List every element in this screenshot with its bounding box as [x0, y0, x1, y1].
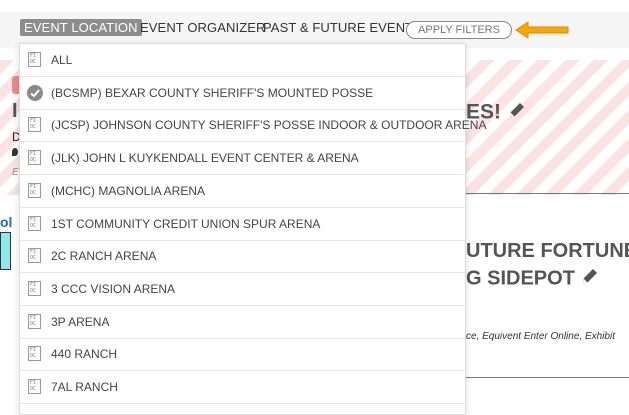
left-heading-fragment: I: [12, 100, 18, 122]
dropdown-option[interactable]: FI OC 3 CCC VISION ARENA: [20, 273, 465, 306]
dropdown-option-label: 440 RANCH: [51, 347, 118, 362]
arrow-left-icon: [514, 20, 570, 45]
filter-file-icon: FI OC: [28, 215, 41, 231]
dropdown-option-label: 1ST COMMUNITY CREDIT UNION SPUR ARENA: [51, 216, 321, 231]
filter-file-icon: FI OC: [28, 280, 41, 296]
dropdown-option-label: (JLK) JOHN L KUYKENDALL EVENT CENTER & A…: [51, 151, 359, 166]
location-pin-icon: [12, 148, 18, 156]
left-fragment-ol: ol: [0, 214, 13, 230]
dropdown-option-label: 3P ARENA: [51, 314, 110, 329]
divider: [466, 193, 629, 194]
dropdown-option-label: ALL: [51, 53, 73, 67]
filter-file-icon: FI OC: [28, 52, 41, 67]
dropdown-option-label: (MCHC) MAGNOLIA ARENA: [51, 183, 206, 198]
filter-file-icon: FI OC: [28, 182, 41, 198]
tab-past-future-events[interactable]: PAST & FUTURE EVENTS: [263, 20, 422, 35]
filter-file-icon: FI OC: [28, 150, 41, 166]
left-fragment-e: E: [12, 167, 19, 178]
dropdown-option-label: (BCSMP) BEXAR COUNTY SHERIFF'S MOUNTED P…: [51, 85, 374, 100]
dropdown-option[interactable]: (BCSMP) BEXAR COUNTY SHERIFF'S MOUNTED P…: [20, 77, 465, 110]
tab-event-organizer[interactable]: EVENT ORGANIZER: [140, 20, 266, 35]
dropdown-option[interactable]: FI OC 440 RANCH: [20, 338, 465, 372]
dropdown-option[interactable]: FI OC (JCSP) JOHNSON COUNTY SHERIFF'S POSS…: [20, 109, 486, 143]
event-location-dropdown: FI OC ALL (BCSMP) BEXAR COUNTY SHERIFF'S MO…: [19, 43, 486, 415]
dropdown-option[interactable]: FI OC ALL: [20, 44, 465, 77]
left-thumbnail: [0, 232, 11, 270]
edit-pencil-icon[interactable]: [507, 100, 527, 126]
dropdown-option[interactable]: FI OC 2C RANCH ARENA: [20, 240, 465, 274]
dropdown-option[interactable]: FI OC (MCHC) MAGNOLIA ARENA: [20, 175, 465, 208]
dropdown-option[interactable]: FI OC 3P ARENA: [20, 306, 465, 339]
filter-file-icon: FI OC: [28, 248, 41, 264]
event-title-fragment-2b: G SIDEPOT: [466, 266, 600, 292]
event-title-fragment-2a: UTURE FORTUNE: [466, 240, 629, 262]
dropdown-option-label: (JCSP) JOHNSON COUNTY SHERIFF'S POSSE IN…: [51, 118, 487, 133]
edit-pencil-icon[interactable]: [580, 266, 600, 292]
dropdown-option-label: 3 CCC VISION ARENA: [51, 281, 176, 296]
event-details-fragment: ce, Equivent Enter Online, Exhibit: [466, 331, 615, 342]
divider: [466, 377, 629, 378]
tab-event-location[interactable]: EVENT LOCATION: [20, 19, 142, 36]
dropdown-option-label: 7AL RANCH: [51, 380, 118, 394]
apply-filters-button[interactable]: APPLY FILTERS: [406, 21, 512, 39]
dropdown-option[interactable]: FI OC 7AL RANCH: [20, 371, 465, 404]
dropdown-option-label: 2C RANCH ARENA: [51, 249, 157, 264]
filter-file-icon: FI OC: [28, 117, 41, 133]
dropdown-option[interactable]: FI OC 1ST COMMUNITY CREDIT UNION SPUR AREN…: [20, 208, 465, 241]
dropdown-option[interactable]: FI OC (JLK) JOHN L KUYKENDALL EVENT CENTER…: [20, 142, 465, 176]
filter-file-icon: FI OC: [28, 379, 41, 394]
filter-file-icon: FI OC: [28, 346, 41, 362]
checkmark-icon: [27, 84, 43, 101]
filter-file-icon: FI OC: [28, 313, 41, 329]
